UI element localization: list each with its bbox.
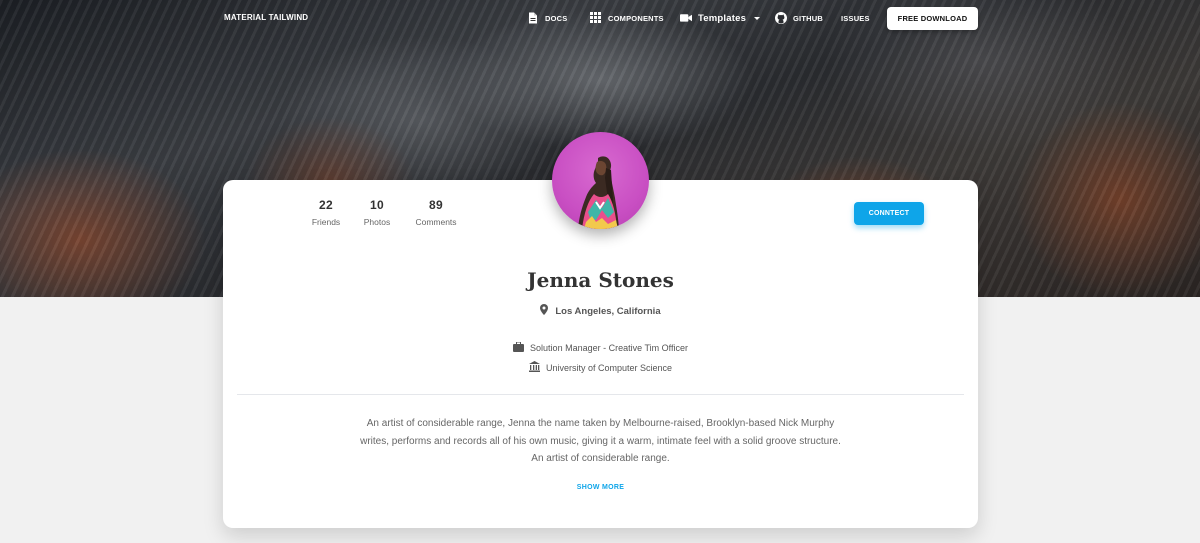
github-icon: [775, 12, 787, 24]
profile-education: University of Computer Science: [223, 361, 978, 374]
stat-friends: 22 Friends: [311, 198, 341, 227]
nav-docs[interactable]: DOCS: [527, 10, 567, 26]
stat-photos-label: Photos: [363, 217, 391, 227]
nav-templates-dropdown[interactable]: Templates: [680, 10, 761, 26]
show-more-link[interactable]: SHOW MORE: [223, 484, 978, 491]
profile-location: Los Angeles, California: [223, 304, 978, 318]
nav-templates-label: Templates: [698, 12, 747, 24]
bio-line: writes, performs and records all of his …: [360, 435, 841, 447]
map-pin-icon: [540, 304, 549, 318]
brand-logo[interactable]: MATERIAL TAILWIND: [224, 13, 308, 22]
stat-comments-label: Comments: [415, 217, 457, 227]
stat-photos: 10 Photos: [361, 198, 393, 227]
stat-friends-label: Friends: [311, 217, 341, 227]
connect-button[interactable]: CONNTECT: [854, 202, 924, 225]
nav-docs-label: DOCS: [545, 13, 568, 23]
divider: [237, 394, 964, 395]
bio-line: An artist of considerable range, Jenna t…: [366, 418, 835, 429]
profile-location-text: Los Angeles, California: [555, 305, 661, 317]
profile-bio: An artist of considerable range, Jenna t…: [333, 415, 868, 468]
free-download-button[interactable]: FREE DOWNLOAD: [887, 7, 978, 30]
chevron-down-icon: [754, 16, 761, 20]
stat-photos-value: 10: [370, 198, 384, 212]
grid-icon: [590, 12, 602, 24]
document-icon: [527, 12, 539, 24]
avatar: [552, 132, 649, 229]
profile-job-text: Solution Manager - Creative Tim Officer: [530, 343, 688, 353]
nav-github[interactable]: GITHUB: [775, 10, 823, 26]
briefcase-icon: [513, 341, 525, 354]
navbar: MATERIAL TAILWIND DOCS COMPONENTS Templa…: [0, 0, 1200, 37]
nav-issues-label: ISSUES: [841, 13, 870, 23]
university-icon: [528, 361, 540, 374]
profile-job: Solution Manager - Creative Tim Officer: [223, 341, 978, 354]
profile-education-text: University of Computer Science: [545, 362, 673, 373]
nav-issues[interactable]: ISSUES: [841, 10, 870, 26]
stat-friends-value: 22: [319, 198, 333, 212]
bio-line: An artist of considerable range.: [531, 453, 670, 464]
nav-components[interactable]: COMPONENTS: [590, 10, 664, 26]
stat-comments: 89 Comments: [411, 198, 461, 227]
nav-github-label: GITHUB: [793, 13, 823, 23]
nav-components-label: COMPONENTS: [608, 13, 664, 23]
video-icon: [680, 12, 692, 24]
profile-name: Jenna Stones: [527, 268, 674, 292]
stat-comments-value: 89: [429, 198, 443, 212]
avatar-portrait: [578, 156, 619, 229]
profile-card: 22 Friends 10 Photos 89 Comments CONNTEC…: [223, 132, 978, 528]
